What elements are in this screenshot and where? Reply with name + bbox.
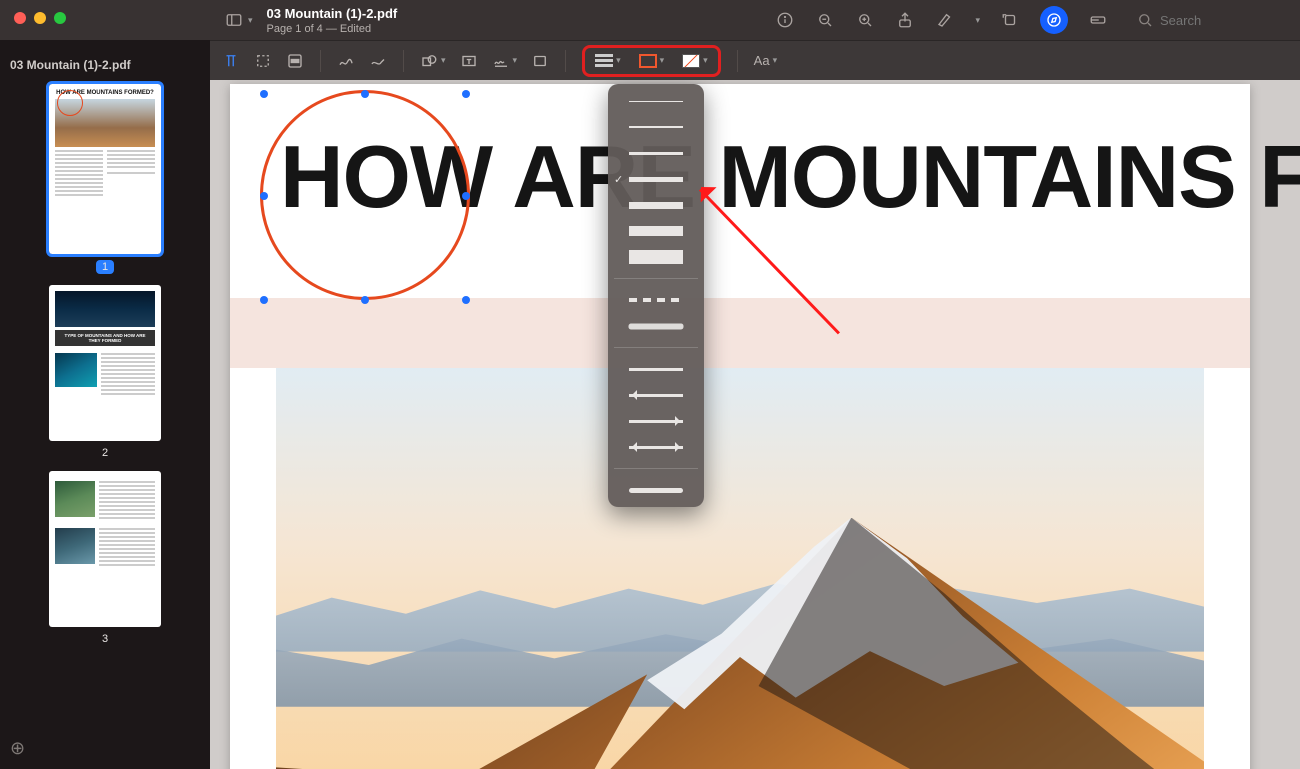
zoom-in-icon[interactable] (855, 10, 875, 30)
annotation-circle[interactable] (260, 90, 470, 300)
text-box-tool-icon[interactable] (460, 52, 478, 70)
thumb-image (55, 528, 95, 564)
thumbnail-page-1[interactable]: HOW ARE MOUNTAINS FORMED? 1 (49, 84, 161, 275)
selection-handle[interactable] (260, 192, 268, 200)
thumb-banner: TYPE OF MOUNTAINS AND HOW ARE THEY FORME… (55, 330, 155, 346)
text-style-label: Aa (754, 53, 770, 68)
line-style-icon (595, 59, 613, 62)
line-weight-option-6[interactable] (616, 224, 696, 238)
rectangle-select-icon[interactable] (254, 52, 272, 70)
selection-handle[interactable] (361, 296, 369, 304)
thumb-annotation-circle (57, 90, 83, 116)
search-input[interactable] (1160, 13, 1280, 28)
line-dashed-option[interactable] (616, 293, 696, 307)
shapes-tool-icon[interactable]: ▾ (420, 52, 446, 70)
stroke-color-button[interactable]: ▾ (635, 52, 669, 70)
minimize-window-icon[interactable] (34, 12, 46, 24)
document-page: HOW ARE MOUNTAINS FORMED? (230, 84, 1250, 769)
shape-style-group-highlight: ▾ ▾ ▾ (582, 45, 721, 77)
thumb-image (55, 481, 95, 517)
line-plain-option[interactable] (616, 362, 696, 376)
line-weight-option-2[interactable] (616, 120, 696, 134)
document-subtitle: Page 1 of 4 — Edited (267, 23, 398, 35)
sidebar-document-title: 03 Mountain (1)-2.pdf (10, 58, 131, 72)
thumb-image (55, 291, 155, 327)
line-weight-option-5[interactable] (616, 198, 696, 212)
chevron-down-icon[interactable]: ▾ (248, 15, 253, 26)
hero-image (276, 368, 1204, 769)
chevron-down-icon[interactable]: ▾ (975, 15, 980, 26)
sidebar-toggle-icon[interactable] (224, 10, 244, 30)
line-weight-option-4[interactable]: ✓ (616, 172, 696, 186)
line-weight-option-3[interactable] (616, 146, 696, 160)
page-accent-band (230, 298, 1250, 368)
info-icon[interactable] (775, 10, 795, 30)
document-title-block: 03 Mountain (1)-2.pdf Page 1 of 4 — Edit… (267, 6, 398, 35)
line-weight-option-7[interactable] (616, 250, 696, 264)
selection-handle[interactable] (462, 296, 470, 304)
thumbnail-page-2[interactable]: TYPE OF MOUNTAINS AND HOW ARE THEY FORME… (49, 285, 161, 461)
document-filename: 03 Mountain (1)-2.pdf (267, 6, 398, 21)
sketch-tool-icon[interactable] (337, 52, 355, 70)
selection-handle[interactable] (260, 90, 268, 98)
thumbnail-sidebar: 03 Mountain (1)-2.pdf HOW ARE MOUNTAINS … (0, 40, 210, 769)
sign-tool-icon[interactable]: ▾ (492, 52, 518, 70)
form-fields-icon[interactable] (1088, 10, 1108, 30)
titlebar: ▾ 03 Mountain (1)-2.pdf Page 1 of 4 — Ed… (0, 0, 1300, 40)
selection-handle[interactable] (462, 90, 470, 98)
line-endcap-option[interactable] (616, 483, 696, 497)
redact-tool-icon[interactable] (286, 52, 304, 70)
line-rough-option[interactable] (616, 319, 696, 333)
fill-color-icon (682, 54, 700, 68)
draw-tool-icon[interactable] (369, 52, 387, 70)
thumb-page-number: 1 (96, 260, 114, 274)
line-arrow-left-option[interactable] (616, 388, 696, 402)
thumb-image (55, 353, 97, 387)
check-icon: ✓ (614, 173, 623, 186)
search-icon (1136, 11, 1154, 29)
zoom-out-icon[interactable] (815, 10, 835, 30)
rotate-icon[interactable] (1000, 10, 1020, 30)
note-tool-icon[interactable] (531, 52, 549, 70)
text-style-button[interactable]: Aa▾ (754, 53, 777, 68)
thumb-page-number: 2 (102, 447, 108, 459)
document-viewport[interactable]: HOW ARE MOUNTAINS FORMED? ✓ (210, 80, 1300, 769)
text-selection-tool-icon[interactable] (222, 52, 240, 70)
markup-toolbar: ▾ ▾ ▾ ▾ ▾ Aa▾ (210, 40, 1300, 80)
thumb-page-number: 3 (102, 633, 108, 645)
selection-handle[interactable] (462, 192, 470, 200)
share-icon[interactable] (895, 10, 915, 30)
line-style-popover: ✓ (608, 84, 704, 507)
line-arrow-both-option[interactable] (616, 440, 696, 454)
fill-color-button[interactable]: ▾ (678, 52, 712, 70)
markup-toggle-button[interactable] (1040, 6, 1068, 34)
close-window-icon[interactable] (14, 12, 26, 24)
line-style-button[interactable]: ▾ (591, 53, 625, 68)
search-box[interactable] (1128, 8, 1288, 32)
add-page-icon[interactable]: ⊕ (10, 738, 25, 759)
line-weight-option-1[interactable] (616, 94, 696, 108)
window-controls (14, 12, 66, 24)
selection-handle[interactable] (260, 296, 268, 304)
stroke-color-icon (639, 54, 657, 68)
selection-handle[interactable] (361, 90, 369, 98)
line-arrow-right-option[interactable] (616, 414, 696, 428)
fullscreen-window-icon[interactable] (54, 12, 66, 24)
highlight-icon[interactable] (935, 10, 955, 30)
thumbnail-page-3[interactable]: 3 (49, 471, 161, 647)
